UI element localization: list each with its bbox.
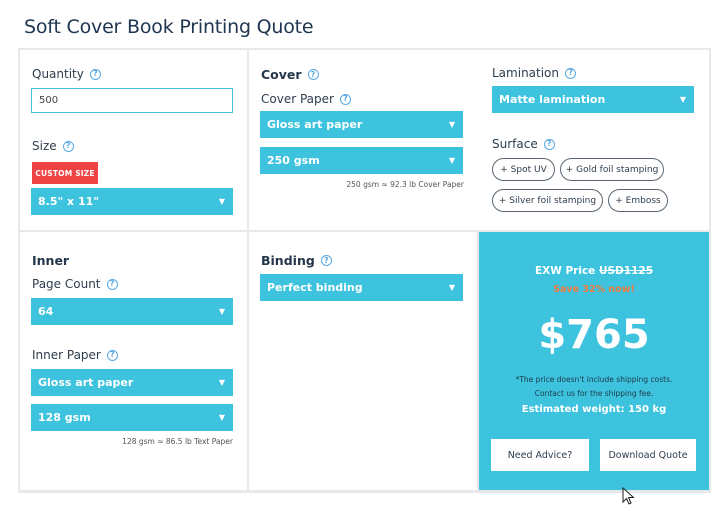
page-count-label-row: Page Count ? — [32, 277, 118, 291]
exw-price-label: EXW Price — [534, 265, 596, 277]
info-icon[interactable]: ? — [543, 138, 555, 150]
page-count-label: Page Count — [32, 277, 101, 291]
size-selected-value: 8.5" x 11" — [38, 195, 100, 208]
price-amount: $765 — [538, 312, 650, 358]
inner-paper-selected-value: Gloss art paper — [38, 376, 134, 389]
inner-paper-label: Inner Paper — [32, 348, 101, 362]
lamination-label: Lamination — [492, 66, 560, 80]
cover-weight-selected-value: 250 gsm — [267, 154, 320, 167]
custom-size-button[interactable]: CUSTOM SIZE — [32, 162, 98, 184]
inner-weight-select[interactable]: 128 gsm ▼ — [31, 404, 233, 431]
cover-weight-note: 250 gsm ≈ 92.3 lb Cover Paper — [346, 180, 464, 189]
inner-card: Inner Page Count ? 64 ▼ Inner Paper ? Gl… — [20, 232, 247, 490]
surface-option-emboss[interactable]: + Emboss — [608, 189, 668, 212]
shipping-note: *The price doesn't include shipping cost… — [515, 375, 673, 384]
cover-label-row: Cover ? — [261, 67, 319, 82]
binding-select[interactable]: Perfect binding ▼ — [260, 274, 463, 301]
surface-option-gold-foil-stamping[interactable]: + Gold foil stamping — [560, 158, 664, 181]
info-icon[interactable]: ? — [339, 93, 351, 105]
mouse-pointer-icon — [622, 487, 635, 505]
quantity-input[interactable]: 500 — [31, 88, 233, 113]
chevron-down-icon: ▼ — [218, 197, 225, 206]
cover-weight-select[interactable]: 250 gsm ▼ — [260, 147, 463, 174]
quantity-size-card: Quantity ? 500 Size ? CUSTOM SIZE 8.5" x… — [20, 50, 247, 230]
page-title: Soft Cover Book Printing Quote — [24, 16, 314, 38]
price-card: EXW Price USD1125 Save 32% now! $765 *Th… — [479, 232, 709, 490]
cover-paper-label-row: Cover Paper ? — [261, 92, 351, 106]
info-icon[interactable]: ? — [62, 140, 74, 152]
size-label: Size — [32, 139, 57, 153]
page-count-select[interactable]: 64 ▼ — [31, 298, 233, 325]
info-icon[interactable]: ? — [106, 349, 118, 361]
save-text: Save 32% now! — [553, 284, 635, 295]
binding-label: Binding — [261, 253, 315, 268]
chevron-down-icon: ▼ — [448, 120, 455, 129]
size-select[interactable]: 8.5" x 11" ▼ — [31, 188, 233, 215]
cover-card: Cover ? Cover Paper ? Gloss art paper ▼ … — [249, 50, 709, 230]
estimated-weight-line: Estimated weight: 150 kg — [479, 404, 709, 415]
contact-note: Contact us for the shipping fee. — [534, 389, 654, 398]
original-price: USD1125 — [598, 265, 653, 277]
surface-option-silver-foil-stamping[interactable]: + Silver foil stamping — [492, 189, 603, 212]
page-count-selected-value: 64 — [38, 305, 54, 318]
lamination-select[interactable]: Matte lamination ▼ — [492, 86, 694, 113]
inner-weight-note: 128 gsm ≈ 86.5 lb Text Paper — [122, 437, 233, 446]
chevron-down-icon: ▼ — [218, 378, 225, 387]
inner-weight-selected-value: 128 gsm — [38, 411, 91, 424]
surface-option-spot-uv[interactable]: + Spot UV — [492, 158, 555, 181]
inner-title: Inner — [32, 253, 70, 268]
chevron-down-icon: ▼ — [448, 156, 455, 165]
info-icon[interactable]: ? — [307, 69, 319, 80]
chevron-down-icon: ▼ — [218, 413, 225, 422]
info-icon[interactable]: ? — [106, 278, 118, 290]
cover-label: Cover — [261, 67, 302, 82]
inner-label: Inner — [32, 253, 69, 268]
inner-paper-label-row: Inner Paper ? — [32, 348, 118, 362]
quantity-label-row: Quantity ? — [32, 67, 101, 81]
info-icon[interactable]: ? — [89, 68, 101, 80]
need-advice-button[interactable]: Need Advice? — [491, 439, 589, 471]
binding-selected-value: Perfect binding — [267, 281, 363, 294]
download-quote-button[interactable]: Download Quote — [600, 439, 696, 471]
lamination-label-row: Lamination ? — [492, 66, 577, 80]
lamination-selected-value: Matte lamination — [499, 93, 606, 106]
quote-form-grid: Quantity ? 500 Size ? CUSTOM SIZE 8.5" x… — [18, 48, 711, 493]
cover-paper-selected-value: Gloss art paper — [267, 118, 363, 131]
exw-price-line: EXW Price USD1125 — [479, 265, 709, 277]
surface-label-row: Surface ? — [492, 137, 555, 151]
estimated-weight-value: 150 kg — [628, 404, 667, 415]
chevron-down-icon: ▼ — [679, 95, 686, 104]
chevron-down-icon: ▼ — [448, 283, 455, 292]
binding-label-row: Binding ? — [261, 253, 332, 268]
cover-paper-select[interactable]: Gloss art paper ▼ — [260, 111, 463, 138]
info-icon[interactable]: ? — [565, 67, 577, 79]
binding-card: Binding ? Perfect binding ▼ — [249, 232, 477, 490]
size-label-row: Size ? — [32, 139, 74, 153]
inner-paper-select[interactable]: Gloss art paper ▼ — [31, 369, 233, 396]
estimated-weight-label: Estimated weight: — [521, 404, 625, 415]
chevron-down-icon: ▼ — [218, 307, 225, 316]
info-icon[interactable]: ? — [320, 255, 332, 266]
cover-paper-label: Cover Paper — [261, 92, 334, 106]
surface-label: Surface — [492, 137, 538, 151]
quantity-label: Quantity — [32, 67, 84, 81]
